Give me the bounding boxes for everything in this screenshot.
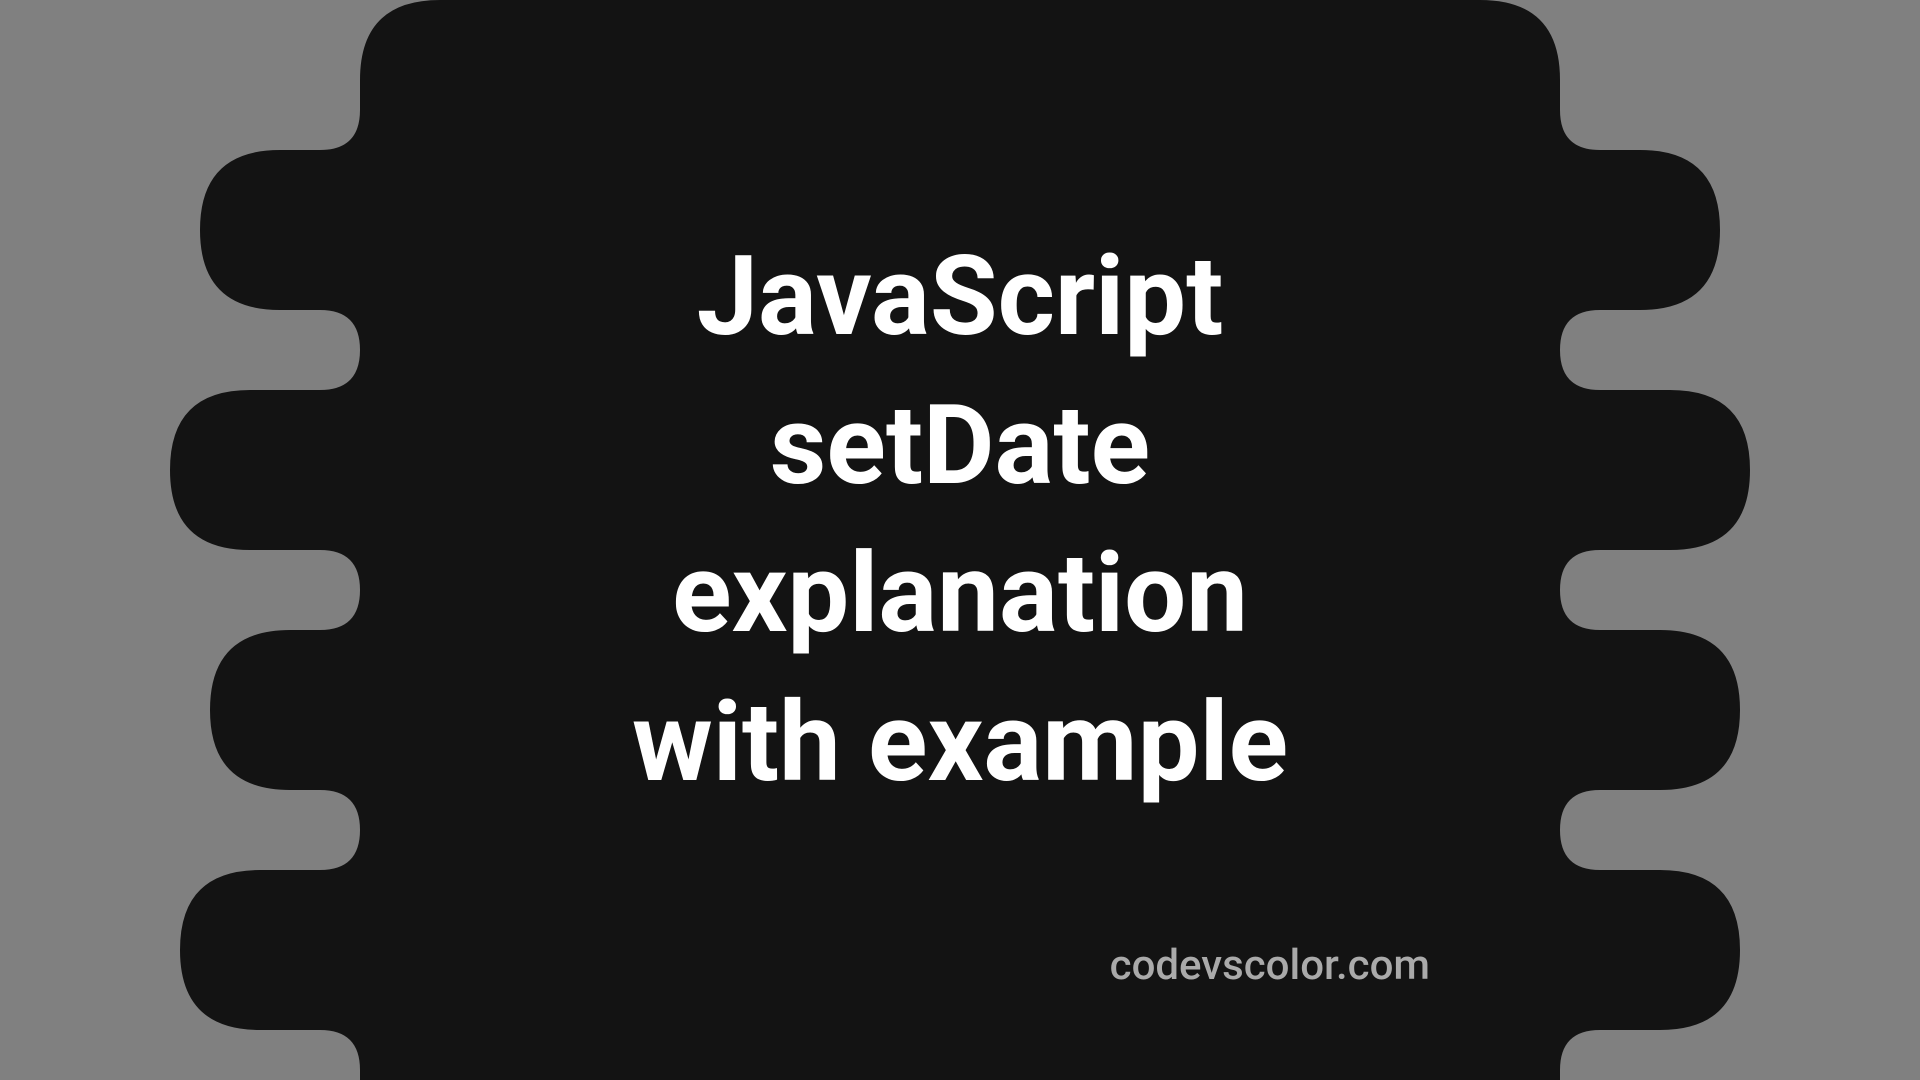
hero-graphic: JavaScript setDate explanation with exam… (0, 0, 1920, 1080)
title-line-1: JavaScript (697, 232, 1224, 361)
title-line-4: with example (632, 678, 1288, 807)
title-line-2: setDate (770, 381, 1150, 510)
title-line-3: explanation (672, 529, 1248, 658)
website-label: codevscolor.com (1110, 941, 1430, 990)
content-overlay: JavaScript setDate explanation with exam… (0, 0, 1920, 1080)
main-title: JavaScript setDate explanation with exam… (632, 223, 1288, 817)
